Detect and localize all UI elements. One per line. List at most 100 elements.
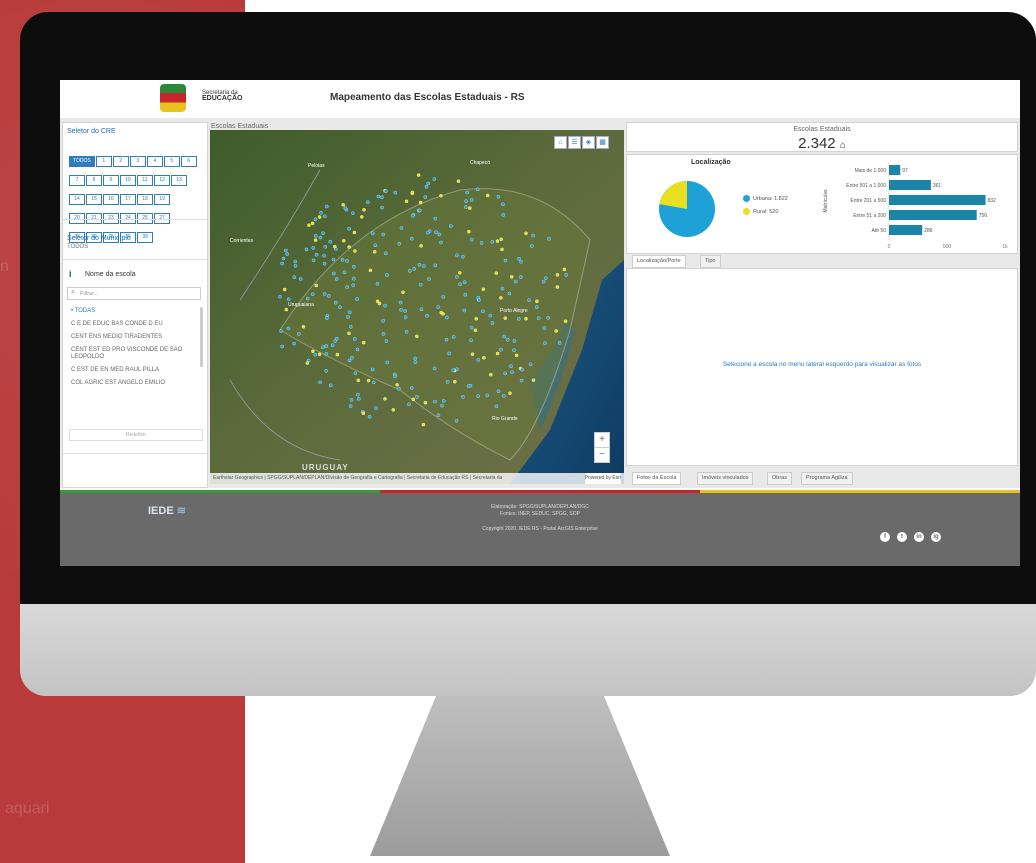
school-point[interactable] bbox=[380, 195, 384, 199]
school-point[interactable] bbox=[356, 392, 360, 397]
school-point[interactable] bbox=[514, 279, 518, 284]
school-point[interactable] bbox=[335, 352, 340, 357]
school-point[interactable] bbox=[399, 308, 403, 312]
school-point[interactable] bbox=[418, 200, 423, 205]
school-point[interactable] bbox=[419, 282, 423, 287]
cre-button-todos[interactable]: TODOS bbox=[69, 156, 95, 167]
school-point[interactable] bbox=[447, 351, 451, 356]
school-point[interactable] bbox=[352, 337, 357, 341]
school-point[interactable] bbox=[286, 326, 291, 331]
school-point[interactable] bbox=[495, 239, 500, 243]
school-point[interactable] bbox=[281, 256, 286, 261]
school-point[interactable] bbox=[311, 349, 315, 354]
instagram-icon[interactable]: ig bbox=[931, 532, 941, 542]
school-point[interactable] bbox=[462, 308, 467, 313]
school-point[interactable] bbox=[348, 404, 353, 408]
school-point[interactable] bbox=[409, 386, 414, 390]
tab-localizacao-porte[interactable]: Localização/Porte bbox=[632, 255, 686, 268]
school-point[interactable] bbox=[355, 347, 360, 352]
school-point[interactable] bbox=[347, 245, 351, 249]
school-point[interactable] bbox=[419, 307, 424, 312]
school-point[interactable] bbox=[318, 380, 322, 385]
school-list-item[interactable]: CENT ENS MEDIO TIRADENTES bbox=[63, 331, 199, 344]
school-point[interactable] bbox=[494, 271, 499, 275]
school-point[interactable] bbox=[488, 313, 493, 318]
school-point[interactable] bbox=[531, 233, 535, 238]
school-point[interactable] bbox=[331, 257, 336, 262]
school-point[interactable] bbox=[546, 316, 550, 320]
school-point[interactable] bbox=[372, 250, 377, 254]
school-point[interactable] bbox=[517, 256, 521, 261]
school-point[interactable] bbox=[544, 276, 548, 280]
school-point[interactable] bbox=[503, 316, 508, 320]
school-point[interactable] bbox=[445, 315, 449, 320]
school-point[interactable] bbox=[348, 310, 352, 314]
school-point[interactable] bbox=[278, 294, 282, 299]
school-point[interactable] bbox=[298, 277, 303, 281]
school-point[interactable] bbox=[334, 300, 338, 305]
school-point[interactable] bbox=[507, 291, 512, 296]
school-list-item[interactable]: COL AGRIC EST ANGELO EMILIO bbox=[63, 377, 199, 390]
school-point[interactable] bbox=[353, 371, 358, 375]
school-point[interactable] bbox=[535, 299, 539, 304]
school-point[interactable] bbox=[350, 356, 354, 360]
satellite-map[interactable]: Chapecó Pelotas Corrientes Uruguaiana Po… bbox=[210, 130, 624, 484]
school-point[interactable] bbox=[356, 378, 361, 383]
school-point[interactable] bbox=[385, 273, 389, 277]
school-point[interactable] bbox=[332, 271, 336, 276]
school-point[interactable] bbox=[440, 403, 444, 408]
school-point[interactable] bbox=[366, 378, 371, 383]
school-point[interactable] bbox=[324, 344, 328, 348]
school-point[interactable] bbox=[410, 214, 415, 218]
school-point[interactable] bbox=[427, 277, 431, 281]
school-point[interactable] bbox=[403, 309, 407, 313]
school-point[interactable] bbox=[381, 319, 385, 323]
school-point[interactable] bbox=[519, 259, 523, 264]
school-point[interactable] bbox=[412, 267, 416, 271]
school-point[interactable] bbox=[334, 277, 339, 281]
reset-button[interactable]: Redefinir bbox=[69, 429, 203, 441]
school-point[interactable] bbox=[510, 370, 514, 374]
school-point[interactable] bbox=[401, 290, 405, 294]
school-point[interactable] bbox=[508, 391, 512, 395]
municipio-selector-value[interactable]: TODOS bbox=[67, 244, 88, 250]
school-point[interactable] bbox=[503, 371, 507, 376]
school-point[interactable] bbox=[385, 360, 389, 365]
school-point[interactable] bbox=[377, 301, 382, 306]
school-point[interactable] bbox=[475, 187, 480, 192]
school-point[interactable] bbox=[562, 267, 567, 272]
school-point[interactable] bbox=[343, 206, 348, 210]
school-point[interactable] bbox=[375, 282, 380, 286]
school-point[interactable] bbox=[313, 217, 318, 222]
cre-button-16[interactable]: 16 bbox=[103, 194, 119, 205]
school-point[interactable] bbox=[463, 293, 468, 297]
cre-button-2[interactable]: 2 bbox=[112, 156, 129, 167]
cre-button-39[interactable]: 39 bbox=[137, 232, 153, 243]
school-point[interactable] bbox=[505, 337, 510, 342]
school-point[interactable] bbox=[305, 361, 310, 365]
school-point[interactable] bbox=[543, 341, 547, 345]
school-point[interactable] bbox=[512, 339, 517, 343]
school-point[interactable] bbox=[282, 287, 287, 292]
school-point[interactable] bbox=[467, 229, 471, 234]
school-point[interactable] bbox=[346, 315, 350, 319]
school-point[interactable] bbox=[481, 309, 485, 314]
school-point[interactable] bbox=[444, 337, 449, 342]
school-point[interactable] bbox=[527, 298, 531, 302]
map-view[interactable]: Chapecó Pelotas Corrientes Uruguaiana Po… bbox=[210, 130, 624, 484]
school-point[interactable] bbox=[292, 341, 296, 346]
school-point[interactable] bbox=[455, 253, 459, 257]
school-point[interactable] bbox=[347, 331, 351, 336]
cre-button-10[interactable]: 10 bbox=[120, 175, 136, 186]
school-point[interactable] bbox=[310, 292, 315, 297]
school-point[interactable] bbox=[485, 393, 490, 398]
school-point[interactable] bbox=[352, 264, 356, 269]
school-point[interactable] bbox=[512, 348, 516, 352]
school-point[interactable] bbox=[423, 400, 428, 405]
school-point[interactable] bbox=[323, 245, 328, 249]
school-point[interactable] bbox=[542, 326, 547, 330]
tab-tipo[interactable]: Tipo bbox=[700, 255, 721, 268]
school-point[interactable] bbox=[519, 378, 524, 383]
school-point[interactable] bbox=[421, 422, 426, 427]
school-point[interactable] bbox=[416, 173, 421, 177]
